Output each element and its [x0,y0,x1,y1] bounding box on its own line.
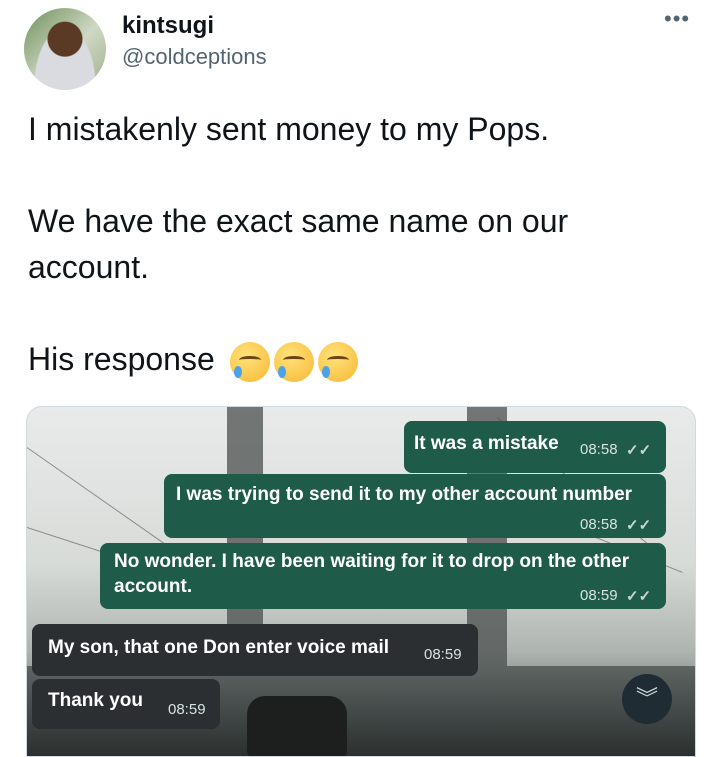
message-time: 08:58 [580,441,618,458]
message-bubble-out[interactable]: No wonder. I have been waiting for it to… [100,543,666,609]
message-text-line-1: No wonder. I have been waiting for it to… [114,551,630,572]
tweet-line-3-text: His response [28,341,215,377]
avatar[interactable] [24,8,106,90]
message-text: My son, that one Don enter voice mail [48,637,390,658]
message-text: Thank you [48,690,144,711]
message-text-line-2: account. [114,576,193,597]
message-time: 08:58 [580,516,618,533]
chevron-double-down-icon[interactable]: ︾ [622,674,672,724]
message-bubble-in[interactable]: My son, that one Don enter voice mail 08… [32,624,478,676]
display-name[interactable]: kintsugi [122,12,214,40]
message-bubble-in[interactable]: Thank you 08:59 [32,679,220,729]
message-time: 08:59 [168,701,206,718]
tweet-body: I mistakenly sent money to my Pops. We h… [28,106,688,382]
double-check-icon: ✓✓ [626,517,652,534]
more-horizontal-icon[interactable]: ••• [664,8,690,30]
user-handle[interactable]: @coldceptions [122,44,267,70]
message-time: 08:59 [580,587,618,604]
message-bubble-out[interactable]: I was trying to send it to my other acco… [164,474,666,538]
double-check-icon: ✓✓ [626,442,652,459]
message-bubble-out[interactable]: It was a mistake 08:58 ✓✓ [404,421,666,473]
message-text: I was trying to send it to my other acco… [176,484,633,505]
tweet-line-2: We have the exact same name on our accou… [28,203,569,285]
message-time: 08:59 [424,646,462,663]
double-check-icon: ✓✓ [626,588,652,605]
sad-but-relieved-emoji-icon [317,341,358,382]
tweet-line-1: I mistakenly sent money to my Pops. [28,111,550,147]
tweet-line-3: His response [28,336,688,382]
sad-but-relieved-emoji-icon [273,341,314,382]
message-text: It was a mistake [414,433,559,454]
emoji-row [229,341,358,382]
car [247,696,347,756]
sad-but-relieved-emoji-icon [229,341,270,382]
